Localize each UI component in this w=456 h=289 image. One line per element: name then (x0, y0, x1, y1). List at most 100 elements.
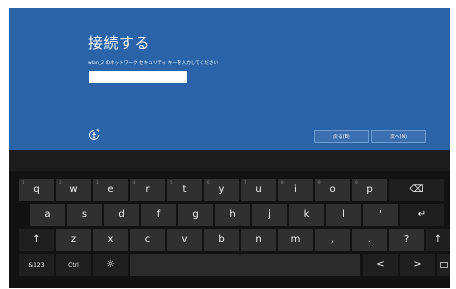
key-label: k (303, 209, 310, 220)
key-number: 0 (355, 180, 358, 185)
key-f[interactable]: f (141, 204, 176, 226)
key-question[interactable]: ? (389, 229, 424, 251)
arrow-right-key[interactable]: > (400, 254, 435, 276)
key-label: ? (403, 234, 410, 245)
key-label: b (218, 234, 225, 245)
shift-icon: ↑ (32, 234, 41, 245)
key-v[interactable]: v (167, 229, 202, 251)
key-number: 4 (133, 180, 136, 185)
enter-key[interactable]: ↵ (400, 204, 444, 226)
dialog-title: 接続する (88, 34, 151, 52)
key-number: 7 (244, 180, 247, 185)
key-z[interactable]: z (56, 229, 91, 251)
ctrl-key[interactable]: Ctrl (56, 254, 91, 276)
key-label: s (81, 209, 88, 220)
space-key[interactable] (130, 254, 360, 276)
keyboard-options-key[interactable] (437, 254, 450, 276)
ease-of-access-icon[interactable] (88, 129, 100, 141)
key-label: j (268, 209, 271, 220)
key-label: z (70, 234, 77, 245)
symbols-key[interactable]: &123 (19, 254, 54, 276)
shift-icon: ↑ (433, 234, 443, 245)
key-label: g (192, 209, 199, 220)
key-label: d (118, 209, 125, 220)
key-label: &123 (28, 262, 45, 269)
connect-dialog: 接続する wlan_2 のネットワーク セキュリティ キーを入力してください 戻… (9, 8, 450, 150)
key-label: h (229, 209, 236, 220)
key-label: m (290, 234, 301, 245)
backspace-icon: ⌫ (409, 184, 424, 195)
enter-icon: ↵ (417, 209, 427, 220)
key-h[interactable]: h (215, 204, 250, 226)
key-label: , (330, 234, 335, 245)
key-x[interactable]: x (93, 229, 128, 251)
key-s[interactable]: s (67, 204, 102, 226)
brightness-icon: ☼ (106, 259, 115, 270)
screen: 接続する wlan_2 のネットワーク セキュリティ キーを入力してください 戻… (9, 8, 450, 288)
key-l[interactable]: l (326, 204, 361, 226)
key-label: f (156, 209, 161, 220)
key-label: t (182, 184, 187, 195)
key-e[interactable]: 3e (93, 179, 128, 201)
key-comma[interactable]: , (315, 229, 350, 251)
key-label: i (294, 184, 297, 195)
key-number: 8 (281, 180, 284, 185)
key-label: c (144, 234, 151, 245)
chevron-right-icon: > (413, 259, 422, 270)
key-q[interactable]: 1q (19, 179, 54, 201)
key-label: Ctrl (68, 262, 79, 269)
key-label: x (107, 234, 114, 245)
key-label: r (145, 184, 150, 195)
brightness-key[interactable]: ☼ (93, 254, 128, 276)
key-label: p (366, 184, 373, 195)
key-u[interactable]: 7u (241, 179, 276, 201)
key-number: 6 (207, 180, 210, 185)
key-d[interactable]: d (104, 204, 139, 226)
key-a[interactable]: a (30, 204, 65, 226)
shift-left-key[interactable]: ↑ (19, 229, 54, 251)
dialog-instructions: wlan_2 のネットワーク セキュリティ キーを入力してください (88, 61, 219, 66)
key-g[interactable]: g (178, 204, 213, 226)
shift-right-key[interactable]: ↑ (426, 229, 450, 251)
key-number: 2 (59, 180, 62, 185)
key-p[interactable]: 0p (352, 179, 387, 201)
key-label: . (367, 234, 372, 245)
backspace-key[interactable]: ⌫ (389, 179, 444, 201)
key-label: e (107, 184, 114, 195)
key-number: 3 (96, 180, 99, 185)
key-number: 5 (170, 180, 173, 185)
key-number: 9 (318, 180, 321, 185)
key-label: w (69, 184, 78, 195)
key-n[interactable]: n (241, 229, 276, 251)
keyboard-icon (439, 262, 448, 268)
back-button[interactable]: 戻る(B) (314, 130, 369, 143)
key-r[interactable]: 4r (130, 179, 165, 201)
key-o[interactable]: 9o (315, 179, 350, 201)
key-number: 1 (22, 180, 25, 185)
key-y[interactable]: 6y (204, 179, 239, 201)
arrow-left-key[interactable]: < (363, 254, 398, 276)
key-label: ' (379, 209, 382, 220)
key-label: n (255, 234, 262, 245)
key-label: u (255, 184, 262, 195)
key-apostrophe[interactable]: ' (363, 204, 398, 226)
key-label: l (342, 209, 345, 220)
key-label: o (329, 184, 336, 195)
key-i[interactable]: 8i (278, 179, 313, 201)
key-t[interactable]: 5t (167, 179, 202, 201)
key-period[interactable]: . (352, 229, 387, 251)
key-m[interactable]: m (278, 229, 313, 251)
key-label: v (181, 234, 188, 245)
key-b[interactable]: b (204, 229, 239, 251)
key-k[interactable]: k (289, 204, 324, 226)
key-label: y (218, 184, 225, 195)
key-c[interactable]: c (130, 229, 165, 251)
key-label: q (33, 184, 40, 195)
chevron-left-icon: < (376, 259, 385, 270)
next-button[interactable]: 次へ(N) (371, 130, 426, 143)
security-key-input[interactable] (89, 71, 187, 83)
touch-keyboard: 1q 2w 3e 4r 5t 6y 7u 8i 9o 0p ⌫ a s d f … (9, 171, 450, 288)
key-j[interactable]: j (252, 204, 287, 226)
key-w[interactable]: 2w (56, 179, 91, 201)
key-label: a (44, 209, 51, 220)
